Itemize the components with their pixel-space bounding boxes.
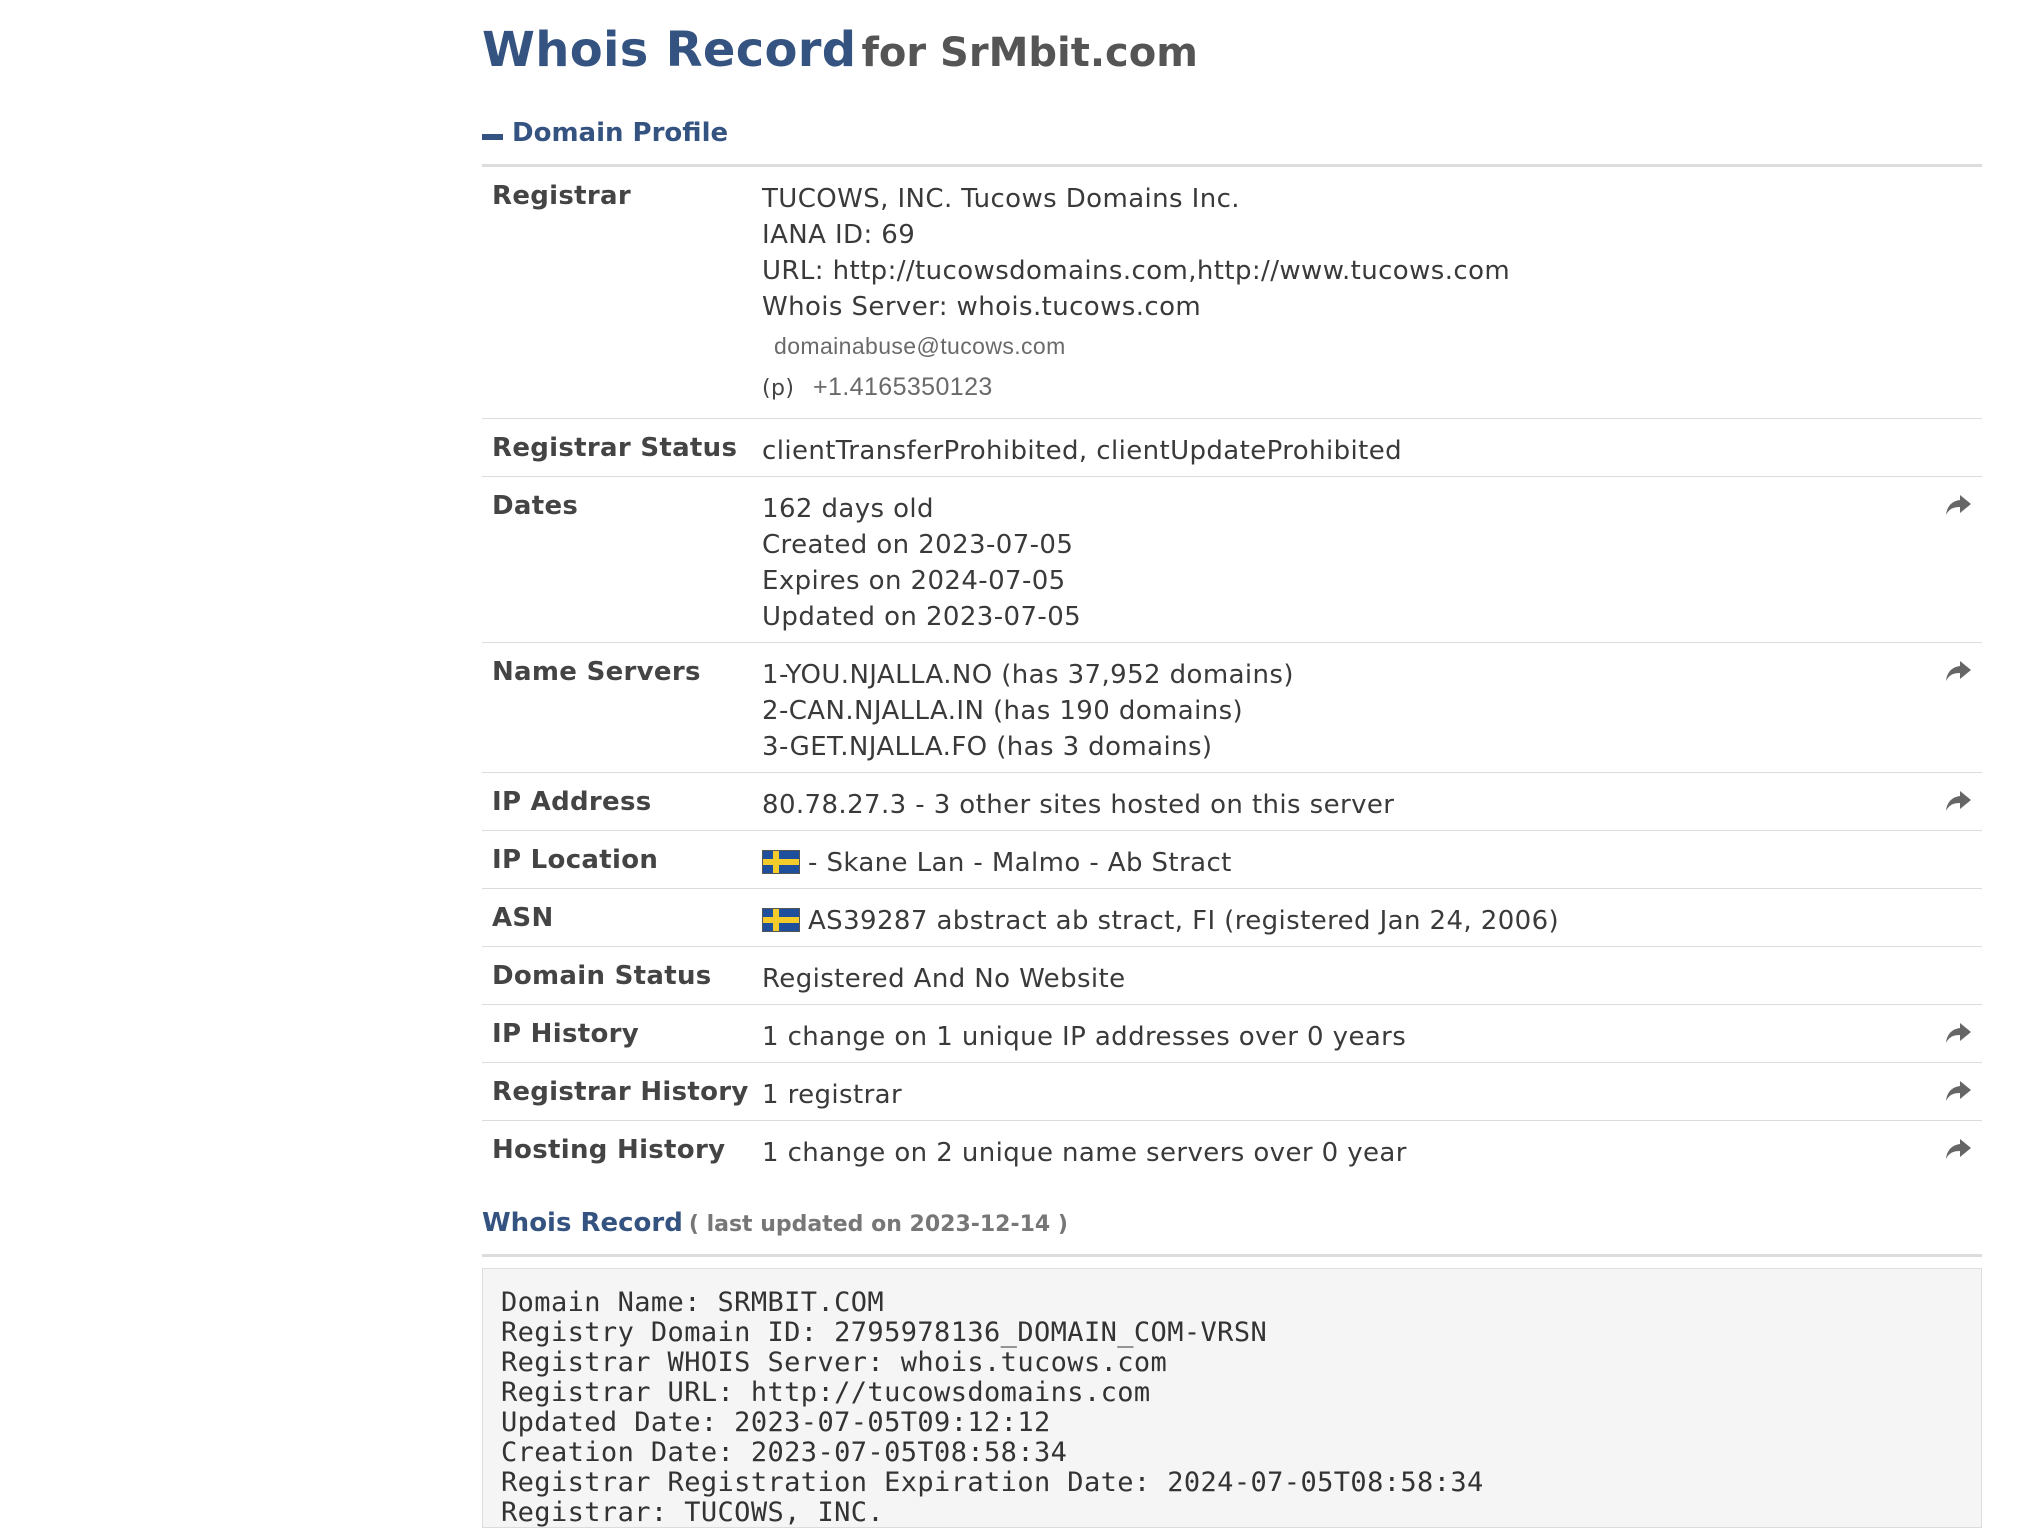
row-value-dates: 162 days old Created on 2023-07-05 Expir… bbox=[762, 491, 1081, 635]
registrar-phone-image: +1.4165350123 bbox=[813, 373, 993, 401]
registrar-name: TUCOWS, INC. Tucows Domains Inc. bbox=[762, 184, 1240, 214]
share-arrow-icon[interactable] bbox=[1944, 789, 1972, 815]
domain-age: 162 days old bbox=[762, 494, 934, 524]
row-registrar-status: Registrar Status clientTransferProhibite… bbox=[482, 419, 1982, 477]
row-label-registrar-status: Registrar Status bbox=[492, 433, 738, 463]
row-label-hosting-history: Hosting History bbox=[492, 1135, 726, 1165]
whois-raw-line: Domain Name: SRMBIT.COM bbox=[501, 1287, 885, 1318]
row-name-servers: Name Servers 1-YOU.NJALLA.NO (has 37,952… bbox=[482, 643, 1982, 773]
whois-record-title: Whois Record( last updated on 2023-12-14… bbox=[482, 1208, 1068, 1238]
whois-raw-line: Registrar Registration Expiration Date: … bbox=[501, 1467, 1484, 1498]
expires-date: Expires on 2024-07-05 bbox=[762, 566, 1066, 596]
row-registrar: Registrar TUCOWS, INC. Tucows Domains In… bbox=[482, 167, 1982, 419]
page-title-main: Whois Record bbox=[482, 22, 857, 78]
asn-text: AS39287 abstract ab stract, FI (register… bbox=[808, 906, 1560, 936]
row-value-ip-address[interactable]: 80.78.27.3 - 3 other sites hosted on thi… bbox=[762, 787, 1394, 823]
whois-record-title-text: Whois Record bbox=[482, 1208, 683, 1238]
updated-date: Updated on 2023-07-05 bbox=[762, 602, 1082, 632]
sweden-flag-icon bbox=[762, 850, 800, 874]
domain-profile-header[interactable]: Domain Profile bbox=[482, 118, 1982, 167]
row-ip-location: IP Location - Skane Lan - Malmo - Ab Str… bbox=[482, 831, 1982, 889]
row-value-hosting-history: 1 change on 2 unique name servers over 0… bbox=[762, 1138, 1407, 1168]
row-label-domain-status: Domain Status bbox=[492, 961, 712, 991]
row-value-registrar: TUCOWS, INC. Tucows Domains Inc. IANA ID… bbox=[762, 181, 1510, 407]
minus-icon[interactable] bbox=[482, 134, 503, 140]
row-value-ip-history: 1 change on 1 unique IP addresses over 0… bbox=[762, 1022, 1407, 1052]
row-value-registrar-status: clientTransferProhibited, clientUpdatePr… bbox=[762, 436, 1403, 466]
share-arrow-icon[interactable] bbox=[1944, 659, 1972, 685]
whois-raw-line: Registrar WHOIS Server: whois.tucows.com bbox=[501, 1347, 1168, 1378]
whois-raw-line: Registrar: TUCOWS, INC. bbox=[501, 1497, 885, 1528]
registrar-phone: (p) +1.4165350123 bbox=[762, 367, 1510, 407]
row-asn: ASN AS39287 abstract ab stract, FI (regi… bbox=[482, 889, 1982, 947]
share-arrow-icon[interactable] bbox=[1944, 1079, 1972, 1105]
ip-location-text: - Skane Lan - Malmo - Ab Stract bbox=[808, 848, 1232, 878]
name-server-item[interactable]: 2-CAN.NJALLA.IN (has 190 domains) bbox=[762, 693, 1294, 729]
row-value-ip-location: - Skane Lan - Malmo - Ab Stract bbox=[762, 845, 1232, 881]
row-value-registrar-history: 1 registrar bbox=[762, 1080, 903, 1110]
whois-record-header: Whois Record( last updated on 2023-12-14… bbox=[482, 1208, 1982, 1257]
whois-raw-line: Registrar URL: http://tucowsdomains.com bbox=[501, 1377, 1151, 1408]
share-arrow-icon[interactable] bbox=[1944, 1021, 1972, 1047]
row-label-ip-address: IP Address bbox=[492, 787, 652, 817]
row-ip-address: IP Address 80.78.27.3 - 3 other sites ho… bbox=[482, 773, 1982, 831]
whois-raw-line: Updated Date: 2023-07-05T09:12:12 bbox=[501, 1407, 1051, 1438]
domain-profile-title[interactable]: Domain Profile bbox=[512, 118, 728, 148]
row-registrar-history: Registrar History 1 registrar bbox=[482, 1063, 1982, 1121]
whois-raw-line: Registry Domain ID: 2795978136_DOMAIN_CO… bbox=[501, 1317, 1268, 1348]
page-title: Whois Record for SrMbit.com bbox=[482, 22, 1198, 78]
row-label-ip-location: IP Location bbox=[492, 845, 659, 875]
row-label-ip-history: IP History bbox=[492, 1019, 639, 1049]
row-label-name-servers: Name Servers bbox=[492, 657, 701, 687]
row-ip-history: IP History 1 change on 1 unique IP addre… bbox=[482, 1005, 1982, 1063]
row-label-asn: ASN bbox=[492, 903, 554, 933]
name-server-item[interactable]: 1-YOU.NJALLA.NO (has 37,952 domains) bbox=[762, 657, 1294, 693]
registrar-whois-server: Whois Server: whois.tucows.com bbox=[762, 292, 1202, 322]
whois-last-updated: ( last updated on 2023-12-14 ) bbox=[688, 1212, 1068, 1237]
share-arrow-icon[interactable] bbox=[1944, 493, 1972, 519]
registrar-iana-id: IANA ID: 69 bbox=[762, 220, 916, 250]
whois-raw-text: Domain Name: SRMBIT.COM Registry Domain … bbox=[482, 1268, 1982, 1528]
row-value-name-servers: 1-YOU.NJALLA.NO (has 37,952 domains) 2-C… bbox=[762, 657, 1294, 765]
row-dates: Dates 162 days old Created on 2023-07-05… bbox=[482, 477, 1982, 643]
sweden-flag-icon bbox=[762, 908, 800, 932]
registrar-url: URL: http://tucowsdomains.com,http://www… bbox=[762, 256, 1511, 286]
row-value-domain-status: Registered And No Website bbox=[762, 964, 1126, 994]
row-label-dates: Dates bbox=[492, 491, 579, 521]
share-arrow-icon[interactable] bbox=[1944, 1137, 1972, 1163]
row-hosting-history: Hosting History 1 change on 2 unique nam… bbox=[482, 1121, 1982, 1179]
name-server-item[interactable]: 3-GET.NJALLA.FO (has 3 domains) bbox=[762, 729, 1294, 765]
row-domain-status: Domain Status Registered And No Website bbox=[482, 947, 1982, 1005]
row-value-asn: AS39287 abstract ab stract, FI (register… bbox=[762, 903, 1559, 939]
registrar-email-image: domainabuse@tucows.com bbox=[774, 333, 1066, 359]
whois-raw-line: Creation Date: 2023-07-05T08:58:34 bbox=[501, 1437, 1068, 1468]
created-date: Created on 2023-07-05 bbox=[762, 530, 1074, 560]
row-label-registrar-history: Registrar History bbox=[492, 1077, 749, 1107]
phone-prefix: (p) bbox=[762, 376, 795, 401]
domain-profile-table: Registrar TUCOWS, INC. Tucows Domains In… bbox=[482, 167, 1982, 1179]
page-title-domain: for SrMbit.com bbox=[861, 30, 1198, 76]
row-label-registrar: Registrar bbox=[492, 181, 631, 211]
